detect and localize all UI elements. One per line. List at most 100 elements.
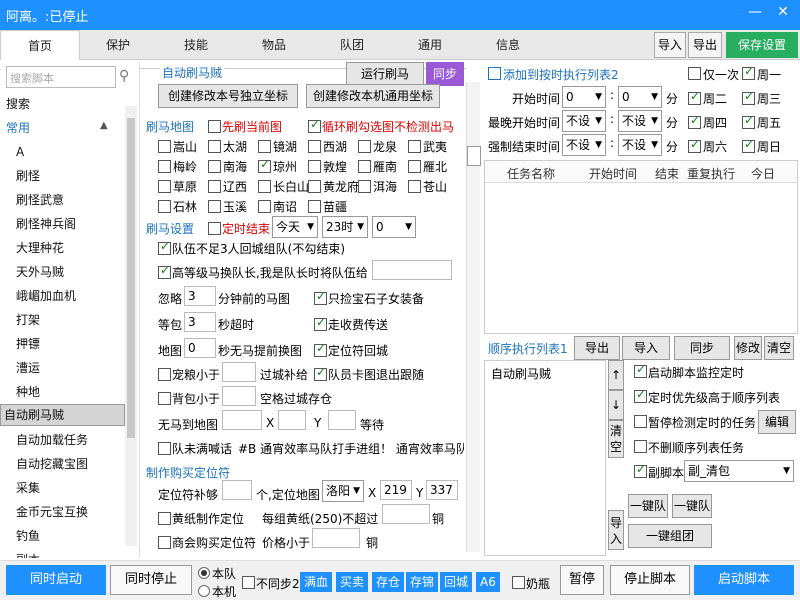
import-side-button[interactable]: 导入 [608, 510, 624, 550]
bag-input[interactable] [222, 386, 256, 406]
shop-buy-checkbox[interactable] [158, 536, 171, 549]
sidebar-item[interactable]: 自动挖藏宝图 [0, 452, 125, 476]
map-checkbox[interactable] [308, 140, 321, 153]
hour-select[interactable]: 23时 ▼ [322, 216, 368, 238]
sync-stop-button[interactable]: 同时停止 [110, 565, 192, 595]
weekday-checkbox[interactable] [688, 137, 701, 153]
map-checkbox[interactable] [158, 140, 171, 153]
sidebar-item[interactable]: 押镖 [0, 332, 125, 356]
deposit-brocade-button[interactable]: 存锦 [406, 572, 439, 592]
sidebar-item[interactable]: 钓鱼 [0, 524, 125, 548]
run-button[interactable]: 运行刷马 [346, 62, 424, 86]
sidebar-item[interactable]: 自动加载任务 [0, 428, 125, 452]
one-key-team-button[interactable]: 一键队 [628, 494, 668, 518]
nohorse-map-input[interactable] [222, 410, 262, 430]
sidebar-item[interactable]: 种地 [0, 380, 125, 404]
one-key-group-button[interactable]: 一键组团 [628, 524, 712, 548]
start-monitor-checkbox[interactable] [634, 362, 647, 378]
pause-detect-checkbox[interactable] [634, 415, 647, 428]
team-shout-text[interactable]: #B 通宵效率马队打手进组！ 通宵效率马队打 [238, 440, 464, 457]
seq-sync-button[interactable]: 同步 [674, 336, 730, 360]
seq-clear-button[interactable]: 清空 [764, 336, 794, 360]
return-city-button[interactable]: 回城 [440, 572, 473, 592]
tab-items[interactable]: 物品 [236, 30, 312, 60]
mid-scrollbar[interactable] [466, 82, 481, 552]
seq-import-button[interactable]: 导入 [622, 336, 670, 360]
sidebar-scrollbar[interactable] [125, 106, 137, 546]
move-up-button[interactable]: ↑ [608, 360, 624, 390]
shop-price-input[interactable] [312, 528, 360, 548]
map-checkbox[interactable] [158, 160, 171, 173]
sidebar-item[interactable]: 打架 [0, 308, 125, 332]
weekday-checkbox[interactable] [742, 137, 755, 153]
map-checkbox[interactable] [308, 160, 321, 173]
tab-general[interactable]: 通用 [392, 30, 468, 60]
locator-y-input[interactable]: 337 [426, 480, 458, 500]
this-team-radio[interactable] [198, 567, 210, 579]
weekday-checkbox[interactable] [742, 89, 755, 105]
food-checkbox[interactable] [158, 368, 171, 381]
close-button[interactable]: ✕ [772, 4, 794, 20]
toll-transport-checkbox[interactable] [314, 315, 327, 331]
add-timed-checkbox[interactable] [488, 67, 501, 80]
team-return-checkbox[interactable] [158, 239, 171, 255]
ignore-input[interactable]: 3 [184, 286, 216, 306]
not-sync2-checkbox[interactable] [242, 576, 255, 589]
timed-priority-checkbox[interactable] [634, 387, 647, 403]
sub-script-checkbox[interactable] [634, 462, 647, 478]
sidebar-item[interactable]: 漕运 [0, 356, 125, 380]
map-checkbox[interactable] [408, 140, 421, 153]
chevron-up-icon[interactable]: ▲ [100, 120, 108, 131]
tab-protect[interactable]: 保护 [80, 30, 156, 60]
sidebar-item[interactable]: 天外马贼 [0, 260, 125, 284]
sidebar-item[interactable]: 金币元宝互换 [0, 500, 125, 524]
no-delete-checkbox[interactable] [634, 440, 647, 453]
refresh-current-checkbox[interactable] [208, 120, 221, 133]
sync-button[interactable]: 同步 [426, 62, 464, 86]
yellow-limit-input[interactable] [382, 504, 430, 524]
latest-hour-select[interactable]: 不设 ▼ [562, 110, 606, 132]
deposit-button[interactable]: 存仓 [372, 572, 405, 592]
pause-button[interactable]: 暂停 [560, 565, 604, 595]
map-checkbox[interactable] [358, 160, 371, 173]
tab-team[interactable]: 队团 [312, 30, 392, 60]
yellow-paper-checkbox[interactable] [158, 512, 171, 525]
milk-checkbox[interactable] [512, 576, 525, 589]
timed-end-checkbox[interactable] [208, 222, 221, 235]
food-input[interactable] [222, 362, 256, 382]
scrollbar-thumb[interactable] [467, 146, 481, 166]
scrollbar-thumb[interactable] [127, 118, 135, 438]
sidebar-item[interactable]: 刷怪武意 [0, 188, 125, 212]
latest-minute-select[interactable]: 不设 ▼ [618, 110, 662, 132]
sidebar-item[interactable]: 刷怪神兵阁 [0, 212, 125, 236]
a6-button[interactable]: A6 [476, 572, 500, 592]
high-level-checkbox[interactable] [158, 263, 171, 279]
wait-input[interactable]: 3 [184, 312, 216, 332]
start-script-button[interactable]: 启动脚本 [694, 565, 794, 595]
map-checkbox[interactable] [258, 180, 271, 193]
create-own-coord-button[interactable]: 创建修改本号独立坐标 [158, 84, 298, 108]
export-button[interactable]: 导出 [688, 32, 722, 58]
start-minute-select[interactable]: 0 ▼ [618, 86, 662, 108]
nohorse-x-input[interactable] [278, 410, 306, 430]
sidebar-item-selected[interactable]: 自动刷马贼 [0, 404, 125, 426]
once-only-checkbox[interactable] [688, 67, 701, 80]
map-checkbox[interactable] [258, 200, 271, 213]
map-checkbox[interactable] [258, 140, 271, 153]
map-checkbox[interactable] [258, 157, 271, 173]
day-select[interactable]: 今天 ▼ [272, 216, 318, 238]
sidebar-item[interactable]: 大理种花 [0, 236, 125, 260]
weekday-checkbox[interactable] [742, 113, 755, 129]
locator-x-input[interactable]: 219 [380, 480, 412, 500]
one-key-team2-button[interactable]: 一键队 [672, 494, 712, 518]
buy-sell-button[interactable]: 买卖 [336, 572, 369, 592]
weekday-checkbox[interactable] [742, 64, 755, 80]
sub-script-select[interactable]: 副_清包 ▼ [684, 460, 794, 482]
start-hour-select[interactable]: 0 ▼ [562, 86, 606, 108]
map-checkbox[interactable] [208, 160, 221, 173]
sidebar-item[interactable]: 峨嵋加血机 [0, 284, 125, 308]
weekday-checkbox[interactable] [688, 89, 701, 105]
map-checkbox[interactable] [158, 180, 171, 193]
locate-return-checkbox[interactable] [314, 341, 327, 357]
tab-home[interactable]: 首页 [0, 30, 80, 60]
